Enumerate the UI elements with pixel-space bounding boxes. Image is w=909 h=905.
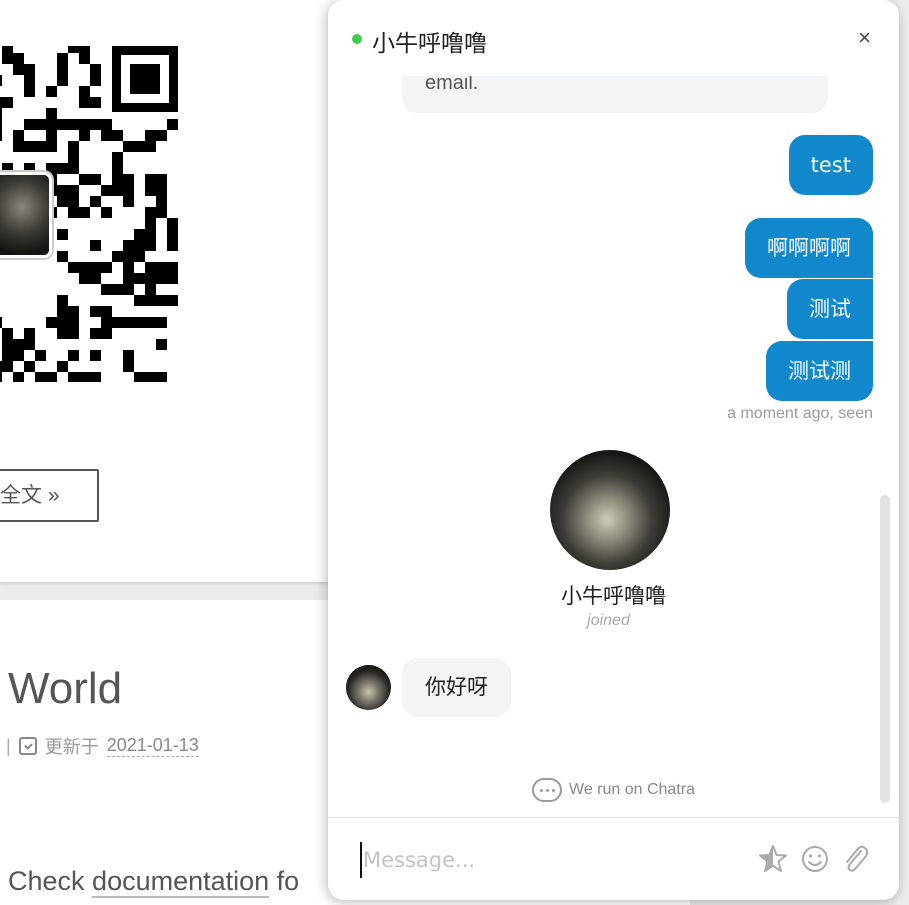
chat-widget: email. 小牛呼噜噜 × test 啊啊啊啊 测试 测试测 a moment… (328, 0, 899, 900)
message-status: a moment ago, seen (727, 405, 873, 422)
powered-by-label: We run on Chatra (569, 781, 695, 798)
documentation-link[interactable]: documentation (92, 866, 270, 898)
outgoing-message: 测试测 (766, 341, 873, 401)
meta-separator: | (6, 735, 11, 756)
post-card-top: 全文 » (0, 0, 360, 582)
body-text-rest: fo (269, 866, 300, 896)
smile-icon[interactable] (800, 843, 830, 875)
chat-title: 小牛呼噜噜 (372, 31, 487, 57)
post-title[interactable]: World (8, 664, 122, 714)
updated-date[interactable]: 2021-01-13 (106, 735, 199, 757)
post-meta: | 更新于 2021-01-13 (6, 733, 199, 759)
agent-name: 小牛呼噜噜 (561, 584, 666, 608)
message-input[interactable] (360, 842, 750, 878)
calendar-check-icon (18, 737, 37, 755)
close-icon[interactable]: × (858, 26, 871, 50)
star-icon[interactable] (758, 843, 788, 875)
online-status-dot (352, 34, 362, 44)
updated-label: 更新于 (44, 737, 99, 757)
post-body: Check documentation fo (8, 866, 300, 898)
agent-joined-label: joined (587, 612, 630, 629)
attachment-icon[interactable] (840, 843, 870, 875)
outgoing-message: 啊啊啊啊 (745, 218, 873, 278)
outgoing-message: test (788, 135, 873, 195)
agent-avatar-small (346, 665, 391, 710)
powered-by[interactable]: We run on Chatra (328, 778, 899, 802)
body-text: Check (8, 866, 93, 896)
incoming-message: 你好呀 (402, 658, 511, 717)
chatra-logo-icon (532, 778, 562, 802)
qr-center-avatar (0, 172, 52, 258)
outgoing-message: 测试 (787, 279, 873, 339)
agent-avatar (550, 450, 670, 570)
read-more-button[interactable]: 全文 » (0, 469, 99, 522)
chat-scrollbar[interactable] (880, 495, 890, 803)
composer-divider (328, 817, 899, 818)
chat-header: 小牛呼噜噜 × (328, 0, 899, 76)
